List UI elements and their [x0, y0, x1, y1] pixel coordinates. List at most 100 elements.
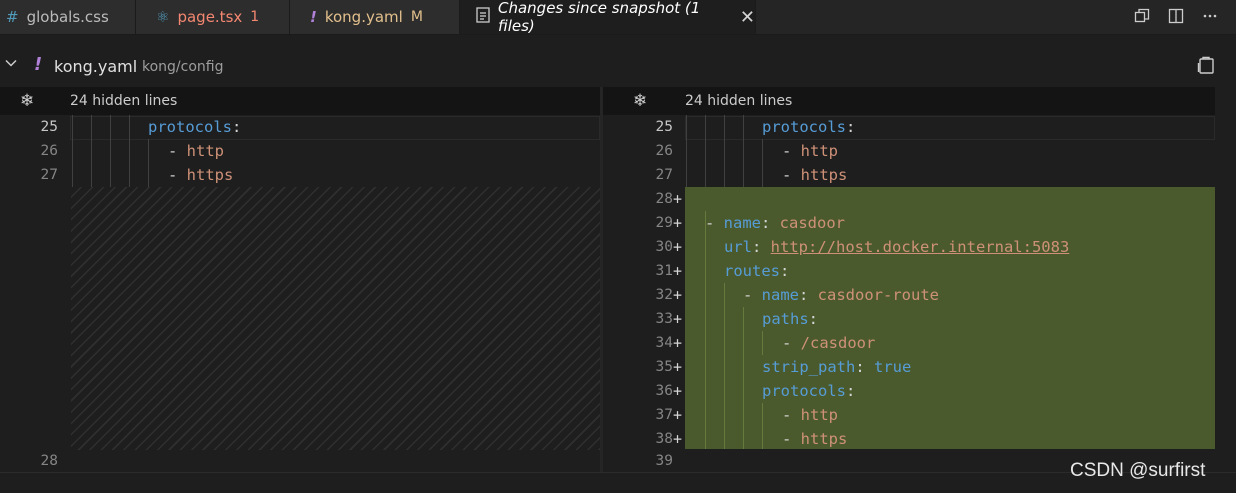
line-number: 28 [40, 453, 58, 469]
yaml-value: https [186, 166, 234, 184]
yaml-key: paths [762, 310, 809, 328]
line-number: 28 [655, 191, 673, 207]
yaml-colon: : [780, 262, 790, 280]
css-file-icon: # [6, 8, 19, 26]
yaml-value: /casdoor [800, 334, 876, 352]
modified-pane[interactable]: ❄ 24 hidden lines 25 protocols: 26 - htt… [603, 87, 1215, 472]
yaml-colon: : [808, 310, 819, 328]
unfold-icon[interactable]: ❄ [20, 91, 34, 111]
tab-page-tsx[interactable]: ⚛ page.tsx 1 [136, 0, 290, 34]
indent-guide [743, 307, 744, 449]
tab-globals-css[interactable]: # globals.css [0, 0, 136, 34]
yaml-colon: : [846, 118, 856, 136]
chevron-down-icon[interactable] [4, 56, 18, 74]
removed-placeholder-hatch [71, 187, 600, 450]
yaml-colon: : [855, 358, 874, 376]
indent-guide [762, 331, 763, 355]
indent-guide [148, 139, 149, 187]
added-line-marker: + [673, 430, 683, 448]
hidden-lines-bar[interactable]: ❄ 24 hidden lines [0, 87, 600, 115]
line-number: 36 [655, 383, 673, 399]
diff-document-icon [476, 7, 490, 27]
tab-label: page.tsx [177, 8, 243, 26]
yaml-boolean: true [874, 358, 912, 376]
line-number: 35 [655, 359, 673, 375]
yaml-dash: - [782, 166, 801, 184]
code-line: protocols: [148, 115, 241, 139]
yaml-value: http [800, 406, 838, 424]
line-number: 26 [655, 143, 673, 159]
yaml-key: protocols [762, 118, 846, 136]
indent-guide [129, 115, 130, 187]
indent-guide [762, 139, 763, 187]
hidden-lines-label: 24 hidden lines [70, 93, 178, 109]
url-link[interactable]: http://host.docker.internal:5083 [771, 238, 1070, 256]
yaml-key: routes [724, 262, 780, 280]
code-line: protocols: [762, 115, 855, 139]
watermark: CSDN @surfirst [1070, 460, 1206, 481]
tab-label: Changes since snapshot (1 files) [498, 0, 701, 35]
yaml-file-icon: ! [310, 8, 317, 26]
bottom-border [0, 472, 1236, 493]
yaml-colon: : [761, 214, 780, 232]
code-line: - http [168, 139, 224, 163]
yaml-value: http [186, 142, 224, 160]
added-line-marker: + [673, 286, 683, 304]
code-line: url: http://host.docker.internal:5083 [724, 235, 1069, 259]
yaml-dash: - [782, 142, 801, 160]
file-name[interactable]: kong.yaml [54, 57, 137, 76]
yaml-key: url [724, 238, 752, 256]
line-number: 29 [655, 215, 673, 231]
added-line-marker: + [673, 214, 683, 232]
line-number: 25 [40, 119, 58, 135]
code-line: routes: [724, 259, 789, 283]
tab-kong-yaml[interactable]: ! kong.yaml M [290, 0, 460, 34]
yaml-colon: : [752, 238, 771, 256]
line-number: 30 [655, 239, 673, 255]
indent-guide [724, 283, 725, 449]
indent-guide [705, 211, 706, 449]
unfold-icon[interactable]: ❄ [633, 91, 647, 111]
open-file-icon[interactable] [1196, 55, 1216, 79]
added-line-marker: + [673, 358, 683, 376]
tab-bar: # globals.css ⚛ page.tsx 1 ! kong.yaml M… [0, 0, 1236, 35]
indent-guide [91, 115, 92, 187]
yaml-key: name [723, 214, 761, 232]
yaml-value: casdoor-route [817, 286, 939, 304]
line-number: 34 [655, 335, 673, 351]
line-number: 25 [655, 119, 673, 135]
added-line-marker: + [673, 190, 683, 208]
added-line-marker: + [673, 238, 683, 256]
code-line: - /casdoor [782, 331, 875, 355]
line-number: 38 [655, 431, 673, 447]
open-changes-icon[interactable] [1132, 6, 1152, 26]
code-line: - https [782, 427, 847, 451]
added-line-marker: + [673, 334, 683, 352]
split-editor-icon[interactable] [1166, 6, 1186, 26]
code-line: - https [168, 163, 233, 187]
yaml-dash: - [168, 142, 187, 160]
hidden-lines-bar[interactable]: ❄ 24 hidden lines [603, 87, 1215, 115]
indent-guide [705, 115, 706, 187]
code-line: paths: [762, 307, 818, 331]
yaml-key: protocols [148, 118, 232, 136]
yaml-dash: - [705, 214, 724, 232]
yaml-colon: : [232, 118, 242, 136]
more-actions-icon[interactable] [1200, 6, 1220, 26]
hidden-lines-label: 24 hidden lines [685, 93, 793, 109]
indent-guide [743, 115, 744, 187]
yaml-key: protocols [762, 382, 846, 400]
tab-label: kong.yaml [324, 8, 403, 26]
line-number: 27 [655, 167, 673, 183]
yaml-dash: - [782, 406, 801, 424]
code-line: - name: casdoor-route [743, 283, 939, 307]
indent-guide [724, 115, 725, 187]
tab-changes-since-snapshot[interactable]: Changes since snapshot (1 files) ✕ [460, 0, 756, 35]
file-path: kong/config [142, 59, 224, 75]
close-icon[interactable]: ✕ [740, 7, 755, 28]
yaml-value: casdoor [779, 214, 845, 232]
indent-guide [72, 115, 73, 187]
line-number: 37 [655, 407, 673, 423]
original-pane[interactable]: ❄ 24 hidden lines 25 protocols: 26 - htt… [0, 87, 600, 472]
yaml-colon: : [799, 286, 818, 304]
